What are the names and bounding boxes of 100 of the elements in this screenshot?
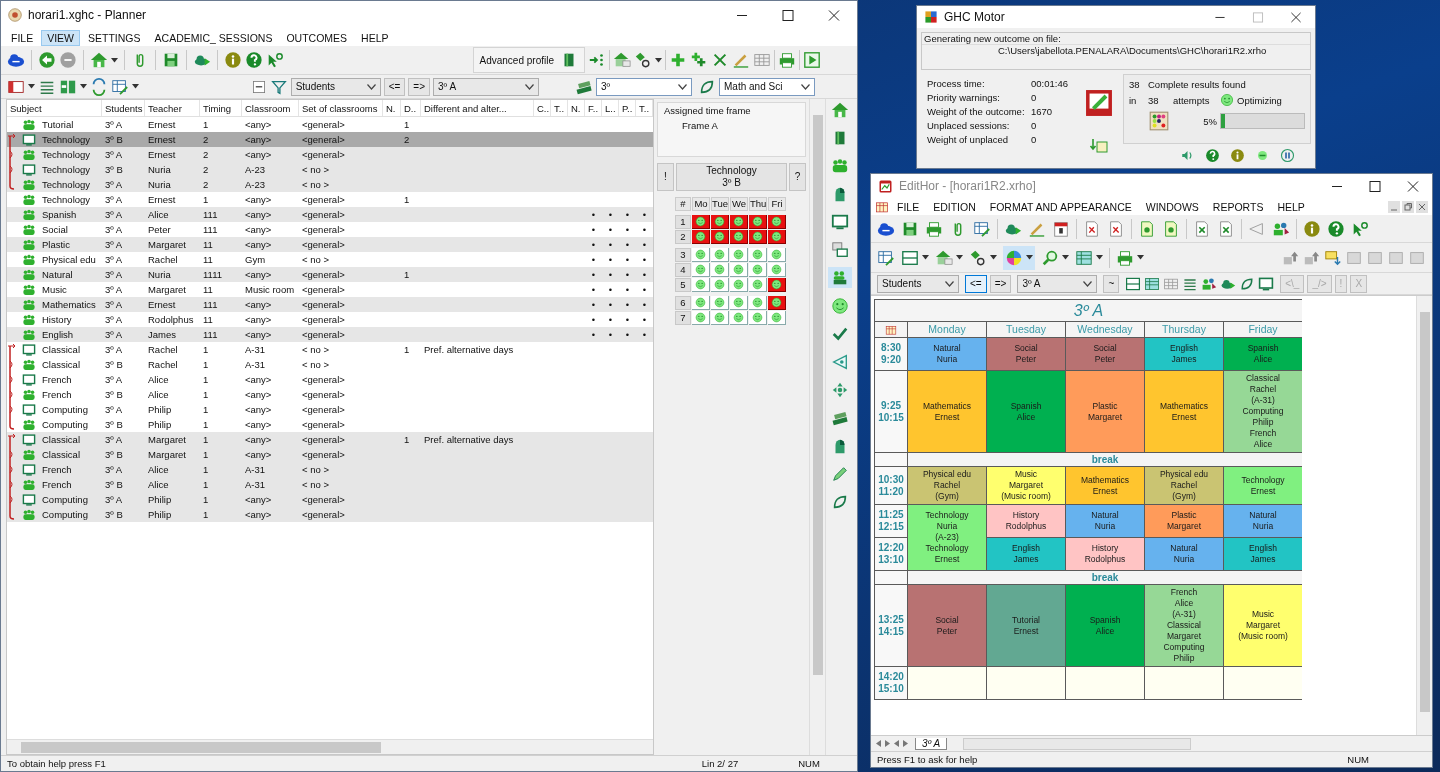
column-header[interactable]: N. xyxy=(383,100,401,116)
table-row[interactable]: Classical 3º A Margaret 1 <any> <general> 1 Pref. alternative days xyxy=(7,432,653,447)
lesson-cell[interactable]: Natural Nuria xyxy=(908,338,986,370)
pencil-icon[interactable] xyxy=(830,464,849,483)
caret-icon[interactable] xyxy=(956,255,963,260)
monitor-icon[interactable] xyxy=(1258,275,1275,292)
table-row[interactable]: Classical 3º B Margaret 1 <any> <general> xyxy=(7,447,653,462)
column-header[interactable]: Set of classrooms xyxy=(299,100,383,116)
info-icon[interactable] xyxy=(1230,148,1245,163)
minimize-button[interactable] xyxy=(1388,200,1400,213)
column-header[interactable]: T.. xyxy=(551,100,568,116)
table-row[interactable]: Plastic 3º A Margaret 11 <any> <general> • • • • xyxy=(7,237,653,252)
day-header[interactable]: Mo xyxy=(692,197,710,211)
caret-icon[interactable] xyxy=(1026,255,1033,260)
column-header[interactable]: Students xyxy=(102,100,145,116)
play-icon[interactable] xyxy=(803,51,821,69)
calendar-icon[interactable] xyxy=(1052,219,1070,238)
sheet-tab[interactable]: 3º A xyxy=(915,737,948,750)
lesson-cell[interactable]: English James xyxy=(1145,338,1223,370)
time-slot[interactable] xyxy=(768,215,786,229)
move-arrows-icon[interactable] xyxy=(830,380,849,399)
ghc-app-icon[interactable] xyxy=(8,8,22,22)
pdf-document-icon[interactable] xyxy=(1083,219,1101,238)
menu-item[interactable]: ACADEMIC_ SESSIONS xyxy=(148,29,279,46)
time-slot[interactable] xyxy=(749,215,767,229)
calendar-grid-icon[interactable] xyxy=(875,199,889,214)
cloud-logo-icon[interactable] xyxy=(7,51,25,69)
session-title-button[interactable]: Technology 3º B xyxy=(676,163,787,191)
column-header[interactable]: Teacher xyxy=(145,100,200,116)
column-header[interactable]: Classroom xyxy=(242,100,299,116)
period-number[interactable]: 2 xyxy=(675,230,691,244)
warning-button[interactable]: ! xyxy=(657,163,674,191)
monitor-icon[interactable] xyxy=(830,212,849,231)
color-wheel-icon[interactable] xyxy=(1005,248,1023,267)
windows-icon[interactable] xyxy=(830,240,849,259)
pointer-help-icon[interactable] xyxy=(1351,219,1369,238)
house-icon[interactable] xyxy=(90,51,108,69)
time-slot[interactable] xyxy=(711,230,729,244)
lesson-cell[interactable]: Mathematics Ernest xyxy=(1145,371,1223,452)
table-pen-icon[interactable] xyxy=(111,77,129,96)
menu-item[interactable]: HELP xyxy=(1271,198,1311,215)
pdf-document-icon[interactable] xyxy=(1107,219,1125,238)
lesson-cell[interactable]: English James xyxy=(1224,538,1302,570)
lesson-cell[interactable]: French Alice (A-31) Classical Margaret Computing Philip xyxy=(1145,585,1223,666)
caret-icon[interactable] xyxy=(922,255,929,260)
column-header[interactable]: F.. xyxy=(585,100,602,116)
advanced-profile-button[interactable]: Advanced profile xyxy=(472,47,585,73)
help-icon[interactable] xyxy=(1205,148,1220,163)
period-number[interactable]: 6 xyxy=(675,296,691,310)
horizontal-scrollbar[interactable] xyxy=(963,737,1192,750)
table-row[interactable]: French 3º A Alice 1 A-31 < no > xyxy=(7,462,653,477)
lesson-cell[interactable]: Classical Rachel (A-31) Computing Philip French Alice xyxy=(1224,371,1302,452)
lesson-cell[interactable]: Technology Nuria (A-23) Technology Ernest xyxy=(908,505,986,570)
lesson-cell[interactable]: Plastic Margaret xyxy=(1145,505,1223,537)
day-header[interactable]: Fri xyxy=(768,197,786,211)
table-row[interactable]: Mathematics 3º A Ernest 111 <any> <general> • • • • xyxy=(7,297,653,312)
period-number[interactable]: 4 xyxy=(675,263,691,277)
printer-icon[interactable] xyxy=(778,51,796,69)
notes-arrow-icon[interactable] xyxy=(1324,248,1342,267)
group-dropdown[interactable]: 3º A xyxy=(1017,274,1098,293)
table-pen-icon[interactable] xyxy=(973,219,991,238)
time-slot[interactable] xyxy=(768,278,786,292)
category-dropdown[interactable]: Students xyxy=(877,274,959,293)
period-number[interactable]: 5 xyxy=(675,278,691,292)
double-plus-icon[interactable] xyxy=(690,51,708,69)
lesson-cell[interactable]: Mathematics Ernest xyxy=(1066,467,1144,504)
next-button[interactable]: => xyxy=(408,77,430,96)
table-pen-icon[interactable] xyxy=(877,248,895,267)
day-header[interactable]: Thu xyxy=(749,197,767,211)
scissors-icon[interactable] xyxy=(711,51,729,69)
lesson-cell[interactable]: Plastic Margaret xyxy=(1066,371,1144,452)
time-slot[interactable] xyxy=(692,215,710,229)
level-dropdown[interactable]: 3º xyxy=(596,77,692,96)
group-dropdown[interactable]: 3º A xyxy=(433,77,539,96)
column-header[interactable]: T.. xyxy=(636,100,653,116)
help-icon[interactable] xyxy=(245,51,263,69)
people-icon[interactable] xyxy=(830,156,849,175)
eraser-letter-icon[interactable] xyxy=(634,51,652,69)
table-row[interactable]: Computing 3º B Philip 1 <any> <general> xyxy=(7,507,653,522)
lesson-cell[interactable]: Music Margaret (Music room) xyxy=(1224,585,1302,666)
day-header[interactable]: Tue xyxy=(711,197,729,211)
caret-icon[interactable] xyxy=(1062,255,1069,260)
pause-icon[interactable] xyxy=(1280,148,1295,163)
table-row[interactable]: Spanish 3º A Alice 111 <any> <general> • • • • xyxy=(7,207,653,222)
layout-icon[interactable] xyxy=(1125,275,1142,292)
plus-icon[interactable] xyxy=(669,51,687,69)
help-button[interactable]: ? xyxy=(789,163,806,191)
time-slot[interactable] xyxy=(749,230,767,244)
time-slot[interactable] xyxy=(692,230,710,244)
spreadsheet-document-icon[interactable] xyxy=(1193,219,1211,238)
column-header[interactable]: Subject xyxy=(7,100,102,116)
caret-icon[interactable] xyxy=(1137,255,1144,260)
restore-button[interactable] xyxy=(1402,200,1414,213)
menu-item[interactable]: REPORTS xyxy=(1206,198,1270,215)
column-header[interactable]: C.. xyxy=(534,100,551,116)
menu-item[interactable]: HELP xyxy=(355,29,395,46)
menu-item[interactable]: FILE xyxy=(891,198,926,215)
lesson-cell[interactable]: Social Peter xyxy=(987,338,1065,370)
spreadsheet-document-icon[interactable] xyxy=(1217,219,1235,238)
table-row[interactable]: English 3º A James 111 <any> <general> • • • • xyxy=(7,327,653,342)
